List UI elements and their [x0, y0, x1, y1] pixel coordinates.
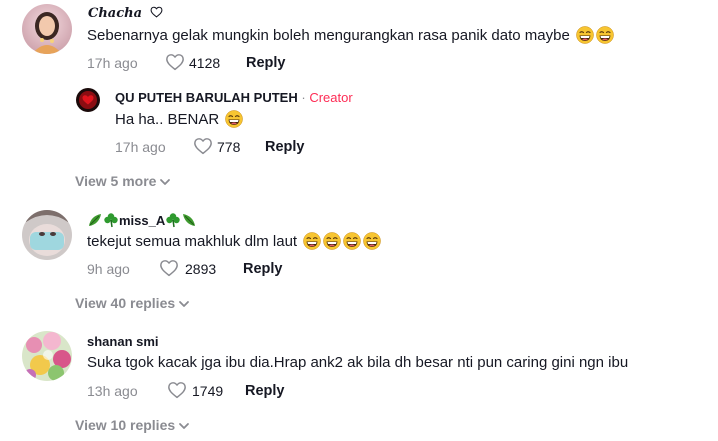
- view-replies-label: View 40 replies: [75, 295, 176, 311]
- comment-text: Ha ha.. BENAR: [115, 110, 243, 128]
- username[interactable]: QU PUTEH BARULAH PUTEH · Creator: [115, 90, 353, 105]
- view-more-label: View 5 more: [75, 173, 157, 189]
- leaf-icon: [89, 214, 101, 226]
- like-count: 778: [217, 139, 241, 155]
- reply-button[interactable]: Reply: [245, 383, 285, 399]
- heart-outline-icon[interactable]: [167, 381, 187, 399]
- comment-time: 9h ago: [87, 261, 130, 277]
- username-text: QU PUTEH BARULAH PUTEH: [115, 90, 298, 105]
- heart-outline-icon[interactable]: [193, 137, 213, 155]
- comment-text: tekejut semua makhluk dlm laut: [87, 232, 381, 250]
- laughing-emoji-icon: [343, 232, 361, 250]
- laughing-emoji-icon: [323, 232, 341, 250]
- comment-time: 17h ago: [87, 55, 138, 71]
- shamrock-icon: [166, 213, 180, 228]
- comment-text: Sebenarnya gelak mungkin boleh mengurang…: [87, 26, 614, 44]
- like-count: 1749: [192, 383, 224, 399]
- avatar[interactable]: [22, 210, 72, 260]
- comment-text-content: Ha ha.. BENAR: [115, 111, 220, 128]
- laughing-emoji-icon: [303, 232, 321, 250]
- username[interactable]: Chacha: [88, 6, 163, 21]
- username[interactable]: miss_A: [87, 212, 197, 228]
- separator: ·: [301, 90, 306, 105]
- heart-outline-icon[interactable]: [159, 259, 179, 277]
- username-text: Chacha: [88, 6, 143, 21]
- username-text: miss_A: [119, 213, 166, 228]
- laughing-emoji-icon: [225, 110, 243, 128]
- comment-text-content: tekejut semua makhluk dlm laut: [87, 233, 298, 250]
- comment-time: 13h ago: [87, 383, 138, 399]
- like-count: 4128: [189, 55, 221, 71]
- avatar-image: [22, 331, 72, 381]
- avatar[interactable]: [22, 4, 72, 54]
- avatar-image: [22, 4, 72, 54]
- view-replies-label: View 10 replies: [75, 417, 176, 433]
- reply-button[interactable]: Reply: [246, 55, 286, 71]
- like-count: 2893: [185, 261, 217, 277]
- creator-badge: Creator: [309, 90, 353, 105]
- avatar[interactable]: [76, 88, 100, 112]
- view-more-replies-button[interactable]: View 5 more: [75, 173, 171, 189]
- avatar[interactable]: [22, 331, 72, 381]
- chevron-down-icon: [159, 178, 171, 186]
- chevron-down-icon: [178, 422, 190, 430]
- avatar-image: [76, 88, 100, 112]
- username[interactable]: shanan smi: [87, 334, 159, 349]
- comment-time: 17h ago: [115, 139, 166, 155]
- reply-button[interactable]: Reply: [243, 261, 283, 277]
- heart-outline-icon[interactable]: [165, 53, 185, 71]
- view-replies-button[interactable]: View 10 replies: [75, 417, 190, 433]
- laughing-emoji-icon: [576, 26, 594, 44]
- chevron-down-icon: [178, 300, 190, 308]
- laughing-emoji-icon: [596, 26, 614, 44]
- view-replies-button[interactable]: View 40 replies: [75, 295, 190, 311]
- comment-text-content: Sebenarnya gelak mungkin boleh mengurang…: [87, 27, 570, 44]
- heart-symbol-icon: [150, 6, 163, 18]
- reply-button[interactable]: Reply: [265, 139, 305, 155]
- avatar-image: [22, 210, 72, 260]
- laughing-emoji-icon: [363, 232, 381, 250]
- leaf-icon: [183, 214, 196, 226]
- comment-text: Suka tgok kacak jga ibu dia.Hrap ank2 ak…: [87, 354, 629, 371]
- shamrock-icon: [104, 213, 118, 228]
